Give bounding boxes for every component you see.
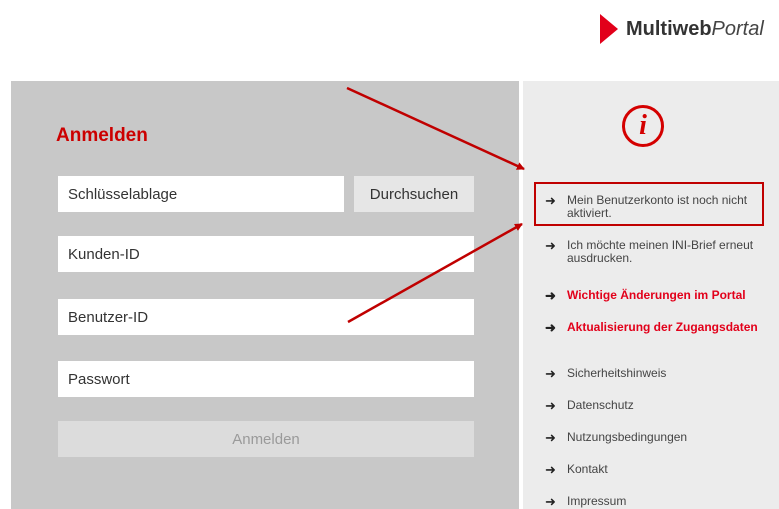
annotation-arrow-upper <box>346 86 525 171</box>
annotation-arrows <box>346 86 525 324</box>
annotation-arrow-lower <box>347 222 523 324</box>
